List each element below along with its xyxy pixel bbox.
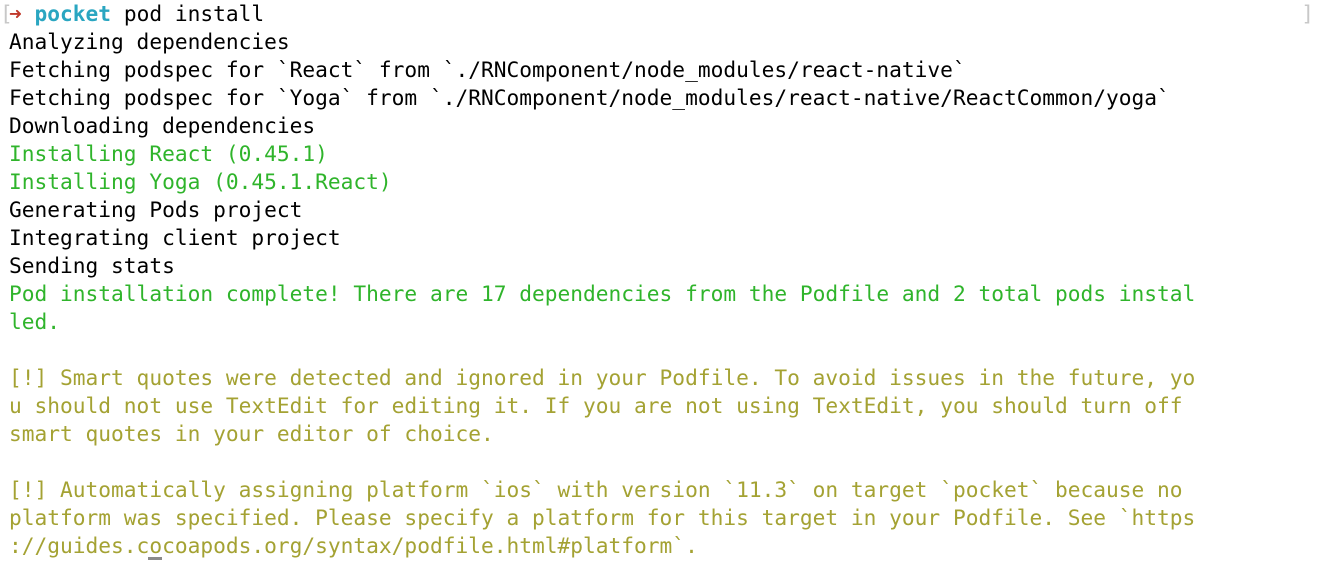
output-line-warning: platform was specified. Please specify a… <box>9 505 1196 530</box>
prompt-line: ➜ pocket pod install <box>9 0 1320 28</box>
output-line-warning: u should not use TextEdit for editing it… <box>9 393 1183 418</box>
output-line-warning: smart quotes in your editor of choice. <box>9 421 494 446</box>
output-line: Fetching podspec for `Yoga` from `./RNCo… <box>9 85 1170 110</box>
output-line: Generating Pods project <box>9 197 303 222</box>
output-line-success: Installing Yoga (0.45.1.React) <box>9 169 392 194</box>
output-line-warning: [!] Smart quotes were detected and ignor… <box>9 365 1196 390</box>
output-line: Sending stats <box>9 253 175 278</box>
text-cursor <box>148 557 162 560</box>
output-line-success: Installing React (0.45.1) <box>9 141 328 166</box>
terminal-window[interactable]: [ ] ➜ pocket pod install Analyzing depen… <box>0 0 1320 562</box>
output-line: Analyzing dependencies <box>9 29 290 54</box>
prompt-bracket-close: ] <box>1301 1 1314 26</box>
output-line-success: led. <box>9 309 61 334</box>
output-line: Fetching podspec for `React` from `./RNC… <box>9 57 966 82</box>
output-line: Downloading dependencies <box>9 113 316 138</box>
output-line-warning: ://guides.cocoapods.org/syntax/podfile.h… <box>9 533 698 558</box>
output-line: Integrating client project <box>9 225 341 250</box>
output-lines: Analyzing dependencies Fetching podspec … <box>9 28 1320 560</box>
prompt-command: pod install <box>123 1 265 26</box>
output-line-warning: [!] Automatically assigning platform `io… <box>9 477 1183 502</box>
prompt-directory: pocket <box>34 1 112 26</box>
output-line-success: Pod installation complete! There are 17 … <box>9 281 1196 306</box>
prompt-bracket-open: [ <box>0 1 13 26</box>
